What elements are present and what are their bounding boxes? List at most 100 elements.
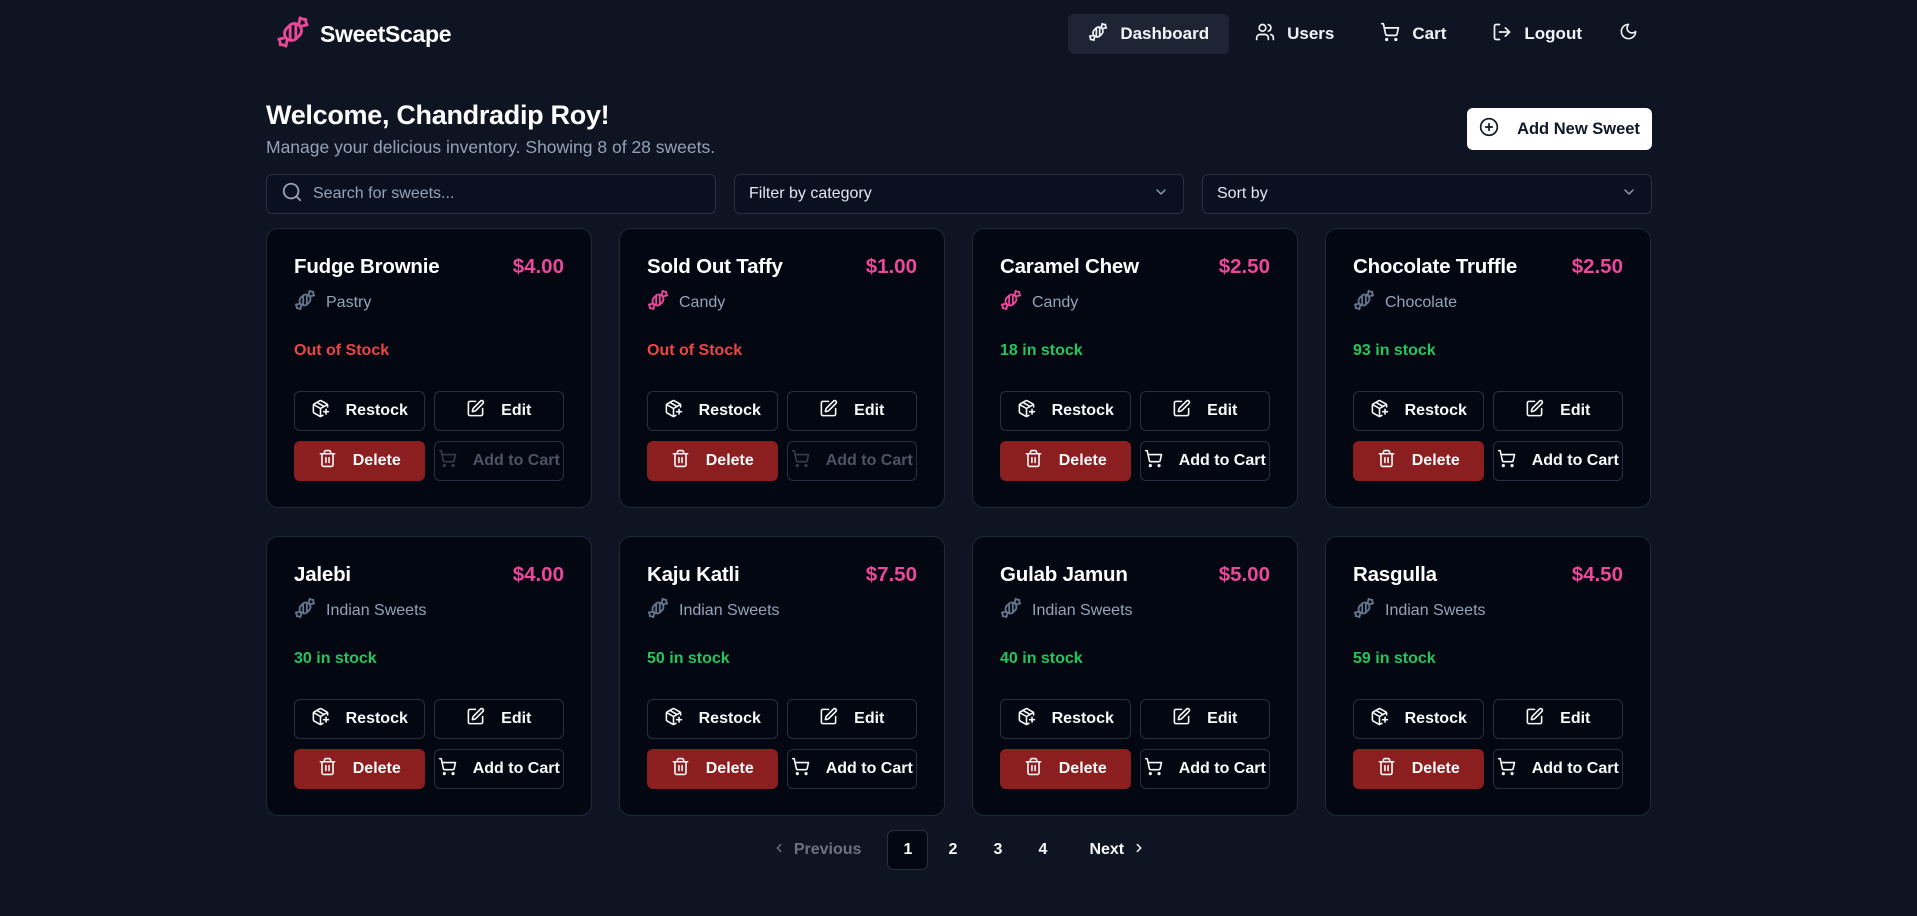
page-2-button[interactable]: 2 — [932, 830, 973, 870]
next-page-button[interactable]: Next — [1077, 830, 1158, 870]
product-card: Caramel Chew $2.50 Candy 18 in stock Res… — [972, 228, 1298, 508]
restock-button[interactable]: Restock — [1353, 699, 1484, 739]
cart-icon — [791, 757, 810, 781]
edit-button[interactable]: Edit — [786, 391, 917, 431]
cart-icon — [438, 757, 457, 781]
restock-button[interactable]: Restock — [1000, 391, 1131, 431]
package-plus-icon — [311, 707, 330, 731]
category-label: Indian Sweets — [1385, 601, 1486, 619]
page-4-button[interactable]: 4 — [1022, 830, 1063, 870]
product-name: Kaju Katli — [647, 563, 740, 586]
next-label: Next — [1089, 841, 1125, 858]
edit-icon — [466, 707, 485, 731]
sort-select[interactable]: Sort by — [1202, 174, 1652, 214]
edit-button[interactable]: Edit — [1492, 391, 1623, 431]
stock-status: 40 in stock — [1000, 650, 1083, 667]
candy-logo-icon — [276, 15, 310, 54]
page-title: Welcome, Chandradip Roy! — [266, 100, 610, 130]
nav-dashboard-label: Dashboard — [1120, 24, 1210, 43]
delete-label: Delete — [705, 452, 754, 469]
page-3-button[interactable]: 3 — [977, 830, 1018, 870]
search-icon — [281, 181, 313, 208]
product-category: Indian Sweets — [647, 597, 917, 624]
moon-icon — [1619, 22, 1638, 46]
restock-button[interactable]: Restock — [647, 391, 778, 431]
restock-button[interactable]: Restock — [1353, 391, 1484, 431]
add-to-cart-button[interactable]: Add to Cart — [1492, 441, 1623, 481]
theme-toggle-button[interactable] — [1608, 14, 1648, 54]
restock-button[interactable]: Restock — [294, 391, 425, 431]
card-actions: Restock Edit Delete Add to Cart — [294, 391, 564, 481]
top-header: SweetScape Dashboard Users Cart Logout — [266, 0, 1652, 68]
add-to-cart-button[interactable]: Add to Cart — [786, 441, 917, 481]
product-price: $5.00 — [1218, 563, 1270, 586]
card-actions: Restock Edit Delete Add to Cart — [294, 699, 564, 789]
add-new-sweet-button[interactable]: Add New Sweet — [1467, 108, 1652, 150]
candy-icon — [1088, 22, 1108, 47]
search-input[interactable] — [313, 185, 701, 203]
restock-button[interactable]: Restock — [647, 699, 778, 739]
delete-button[interactable]: Delete — [294, 749, 425, 789]
cart-icon — [438, 449, 457, 473]
add-new-sweet-label: Add New Sweet — [1517, 119, 1640, 138]
edit-button[interactable]: Edit — [786, 699, 917, 739]
stock-status: Out of Stock — [647, 342, 743, 359]
product-name: Chocolate Truffle — [1353, 255, 1518, 278]
package-plus-icon — [664, 399, 683, 423]
delete-button[interactable]: Delete — [647, 749, 778, 789]
nav-logout[interactable]: Logout — [1472, 14, 1602, 54]
delete-button[interactable]: Delete — [1353, 441, 1484, 481]
package-plus-icon — [664, 707, 683, 731]
previous-page-button[interactable]: Previous — [760, 830, 874, 870]
edit-button[interactable]: Edit — [1139, 699, 1270, 739]
edit-button[interactable]: Edit — [433, 699, 564, 739]
edit-button[interactable]: Edit — [1492, 699, 1623, 739]
cart-icon — [1144, 449, 1163, 473]
delete-button[interactable]: Delete — [1000, 749, 1131, 789]
product-price: $1.00 — [865, 255, 917, 278]
delete-button[interactable]: Delete — [1000, 441, 1131, 481]
package-plus-icon — [311, 399, 330, 423]
delete-button[interactable]: Delete — [1353, 749, 1484, 789]
add-to-cart-button[interactable]: Add to Cart — [433, 749, 564, 789]
nav-dashboard[interactable]: Dashboard — [1068, 14, 1230, 54]
add-to-cart-button[interactable]: Add to Cart — [1139, 749, 1270, 789]
add-to-cart-label: Add to Cart — [825, 760, 913, 777]
product-category: Pastry — [294, 289, 564, 316]
page-1-button[interactable]: 1 — [887, 830, 929, 870]
cart-icon — [1497, 757, 1516, 781]
stock-status: 93 in stock — [1353, 342, 1436, 359]
product-price: $2.50 — [1218, 255, 1270, 278]
nav-cart[interactable]: Cart — [1360, 14, 1466, 54]
add-to-cart-button[interactable]: Add to Cart — [786, 749, 917, 789]
edit-icon — [1525, 707, 1544, 731]
add-to-cart-button[interactable]: Add to Cart — [1139, 441, 1270, 481]
package-plus-icon — [1370, 707, 1389, 731]
category-select[interactable]: Filter by category — [734, 174, 1184, 214]
filter-bar: Filter by category Sort by — [266, 174, 1652, 214]
product-name: Jalebi — [294, 563, 351, 586]
restock-button[interactable]: Restock — [1000, 699, 1131, 739]
add-to-cart-button[interactable]: Add to Cart — [1492, 749, 1623, 789]
product-price: $7.50 — [865, 563, 917, 586]
add-to-cart-button[interactable]: Add to Cart — [433, 441, 564, 481]
welcome-section: Welcome, Chandradip Roy! Manage your del… — [266, 100, 1652, 160]
delete-label: Delete — [1411, 760, 1460, 777]
nav-users[interactable]: Users — [1235, 14, 1354, 54]
card-header: Kaju Katli $7.50 — [647, 563, 917, 587]
product-card: Rasgulla $4.50 Indian Sweets 59 in stock… — [1325, 536, 1651, 816]
delete-label: Delete — [352, 452, 401, 469]
delete-button[interactable]: Delete — [647, 441, 778, 481]
cart-icon — [1144, 757, 1163, 781]
previous-label: Previous — [793, 841, 862, 858]
edit-button[interactable]: Edit — [433, 391, 564, 431]
restock-label: Restock — [345, 710, 408, 727]
edit-button[interactable]: Edit — [1139, 391, 1270, 431]
stock-status: 30 in stock — [294, 650, 377, 667]
edit-icon — [819, 399, 838, 423]
restock-button[interactable]: Restock — [294, 699, 425, 739]
search-box[interactable] — [266, 174, 716, 214]
candy-icon — [647, 597, 669, 624]
delete-button[interactable]: Delete — [294, 441, 425, 481]
brand[interactable]: SweetScape — [276, 15, 452, 54]
